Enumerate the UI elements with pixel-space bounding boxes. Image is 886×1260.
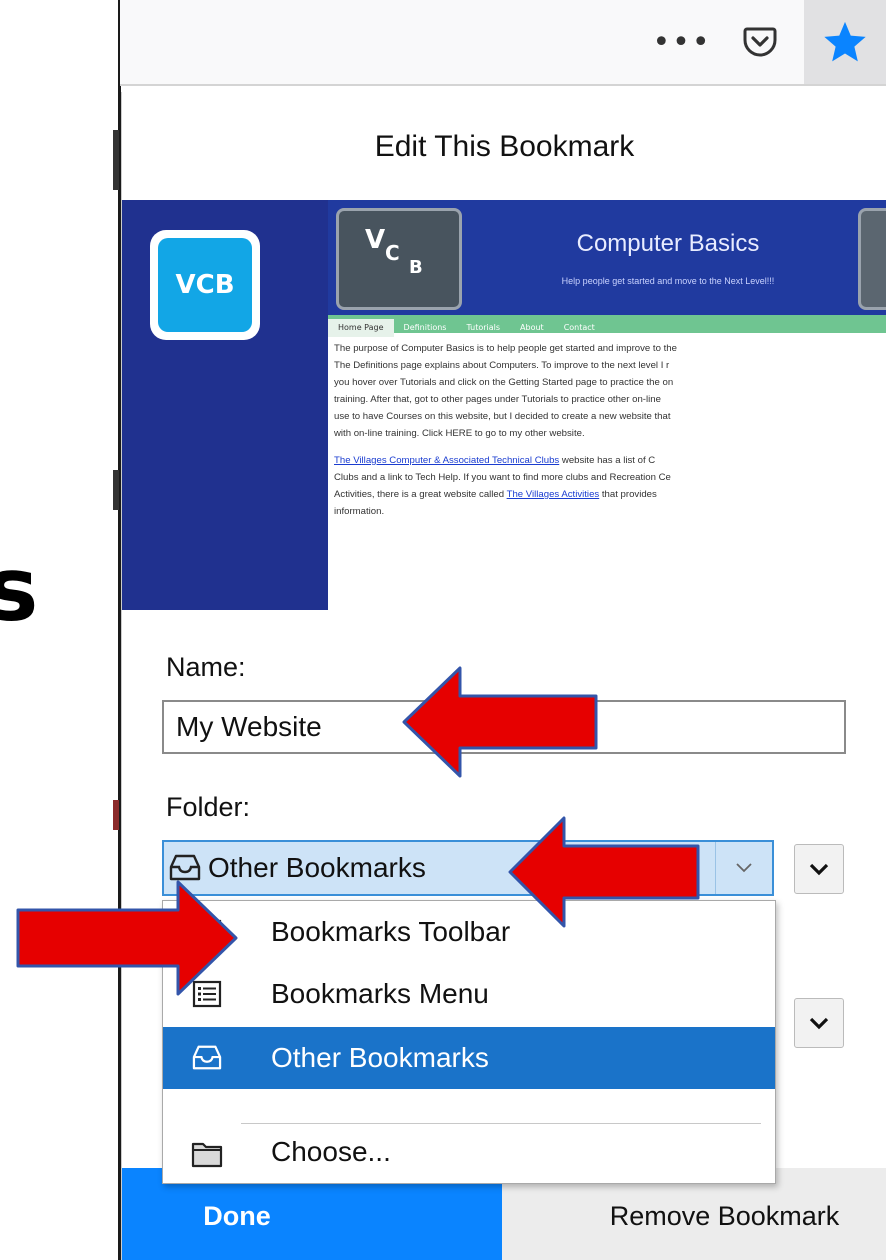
site-favicon: VCB [150,230,260,340]
annotation-arrow-icon [508,816,700,928]
preview-text-line: information. [334,506,385,517]
browser-toolbar: ••• [120,0,886,86]
preview-header-logo: V C B [336,208,462,310]
preview-text-line: with on-line training. Click HERE to go … [334,428,585,439]
preview-link: The Villages Computer & Associated Techn… [334,455,560,466]
background-mark [113,130,119,190]
folder-select-value: Other Bookmarks [208,852,426,883]
bookmark-star-icon[interactable] [804,0,886,84]
background-mark [113,800,119,830]
logo-letter-c: C [385,241,400,265]
dropdown-item-label: Bookmarks Toolbar [271,916,511,947]
chevron-down-icon [809,1017,829,1030]
preview-nav-tab: Contact [563,323,595,332]
dropdown-item-label: Other Bookmarks [271,1042,489,1073]
preview-body-text: The purpose of Computer Basics is to hel… [334,340,886,530]
panel-title: Edit This Bookmark [374,130,635,163]
preview-tagline: Help people get started and move to the … [561,276,775,286]
expand-tags-button[interactable] [794,998,844,1048]
preview-text-line: Activities, there is a great website cal… [334,489,507,500]
dropdown-item-label: Choose... [271,1136,391,1167]
preview-link: The Villages Activities [506,489,600,500]
folder-label: Folder: [166,792,251,822]
name-input-value: My Website [176,711,322,742]
annotation-arrow-icon [16,880,238,996]
name-label: Name: [166,652,246,682]
preview-nav-tab: About [520,323,544,332]
dropdown-item-bookmarks-menu[interactable]: Bookmarks Menu [163,963,775,1025]
background-mark [113,470,119,510]
preview-text-line: Clubs and a link to Tech Help. If you wa… [334,472,671,483]
preview-text-line: you hover over Tutorials and click on th… [334,377,674,388]
logo-letter-b: B [409,257,423,278]
background-page: s [0,0,121,1260]
folder-dropdown-list: Bookmarks Toolbar Bookmarks Menu Other B… [162,900,776,1184]
preview-header: V C B Computer Basics Help people get st… [328,200,886,315]
site-logo-text: VCB [158,238,252,332]
preview-text-line: use to have Courses on this website, but… [334,411,671,422]
annotation-arrow-icon [402,666,598,778]
logo-letter-v: V [365,225,386,255]
background-heading-fragment: s [0,538,39,641]
dropdown-item-choose[interactable]: Choose... [163,1123,775,1181]
expand-folders-button[interactable] [794,844,844,894]
ellipsis-icon[interactable]: ••• [652,10,712,74]
preview-header-image [858,208,886,310]
preview-site-title: Computer Basics [576,230,760,257]
preview-text-line: training. After that, got to other pages… [334,394,661,405]
pocket-icon[interactable] [730,10,790,74]
done-button-label: Done [203,1201,271,1231]
chevron-down-icon[interactable] [715,842,772,894]
other-bookmarks-icon [191,1043,223,1073]
chevron-down-icon [809,863,829,876]
folder-icon [191,1139,223,1169]
preview-nav-tab: Home Page [328,319,394,337]
remove-bookmark-label: Remove Bookmark [609,1201,840,1231]
preview-text-line: website has a list of C [559,455,656,466]
preview-text-line: The purpose of Computer Basics is to hel… [334,343,677,354]
preview-nav-bar: Home Page Definitions Tutorials About Contac… [328,315,886,337]
dropdown-item-label: Bookmarks Menu [271,978,489,1009]
dropdown-item-other-bookmarks[interactable]: Other Bookmarks [163,1027,775,1089]
preview-text-line: that provides [599,489,657,500]
preview-nav-tab: Tutorials [466,323,501,332]
preview-text-line: The Definitions page explains about Comp… [334,360,670,371]
preview-nav-tab: Definitions [403,323,447,332]
page-preview-thumbnail: VCB V C B Computer Basics Help people ge… [122,200,886,610]
